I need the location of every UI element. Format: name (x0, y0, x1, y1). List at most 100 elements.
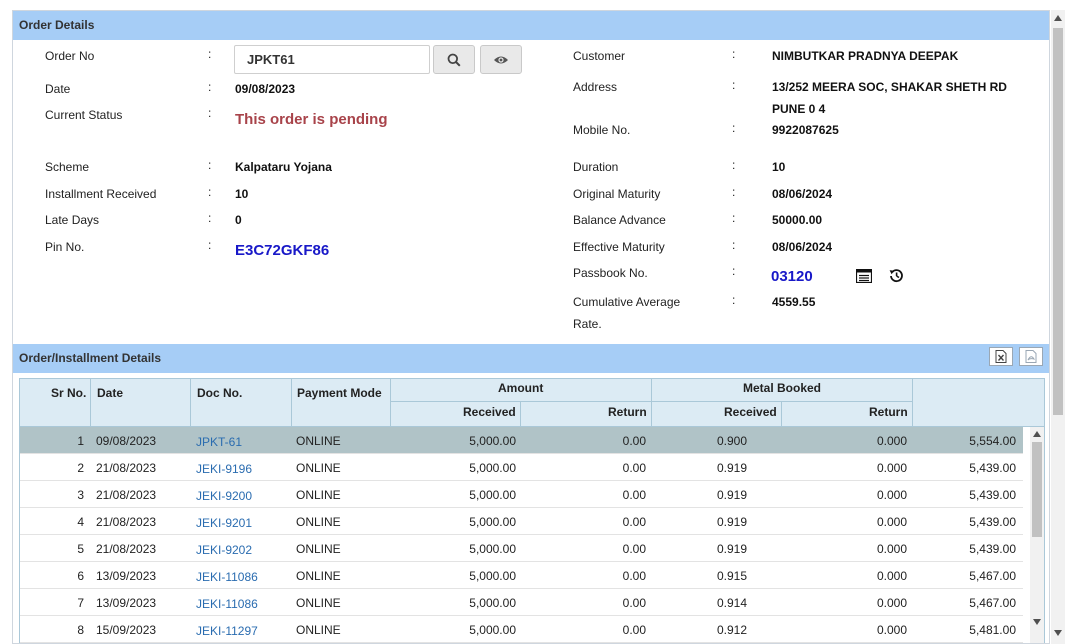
cell-rate: 5,554.00 (969, 434, 1016, 448)
col-date[interactable]: Date (97, 386, 123, 400)
col-sr-no[interactable]: Sr No. (51, 386, 86, 400)
export-excel-button[interactable] (989, 347, 1013, 366)
table-row[interactable]: 2 21/08/2023 JEKI-9196 ONLINE 5,000.00 0.00 0.… (20, 454, 1023, 481)
cell-metal-received: 0.900 (716, 434, 747, 448)
effective-maturity-value: 08/06/2024 (772, 240, 833, 254)
cell-rate: 5,439.00 (969, 461, 1016, 475)
cell-amount-return: 0.00 (622, 515, 646, 529)
cell-amount-received: 5,000.00 (469, 623, 516, 637)
order-no-input[interactable] (235, 46, 429, 73)
duration-value: 10 (772, 160, 786, 174)
installment-details-header: Order/Installment Details (13, 344, 1049, 373)
cell-payment-mode: ONLINE (296, 569, 341, 583)
cell-date: 13/09/2023 (96, 596, 157, 610)
installment-details-title: Order/Installment Details (19, 351, 162, 365)
colon: : (208, 211, 212, 225)
scroll-up-icon[interactable] (1033, 431, 1041, 437)
table-row[interactable]: 7 13/09/2023 JEKI-11086 ONLINE 5,000.00 0.00 0… (20, 589, 1023, 616)
pin-no-value: E3C72GKF86 (235, 242, 330, 259)
table-row[interactable]: 3 21/08/2023 JEKI-9200 ONLINE 5,000.00 0.00 0.… (20, 481, 1023, 508)
cell-doc-no[interactable]: JEKI-11086 (196, 570, 258, 584)
mobile-no-label: Mobile No. (573, 123, 631, 137)
cell-amount-received: 5,000.00 (469, 461, 516, 475)
cell-metal-received: 0.919 (716, 515, 747, 529)
cell-metal-received: 0.912 (716, 623, 747, 637)
installment-grid: Sr No. Date Doc No. Payment Mode Amount … (19, 378, 1045, 643)
cell-metal-return: 0.000 (876, 461, 907, 475)
cell-payment-mode: ONLINE (296, 488, 341, 502)
order-details-title: Order Details (19, 18, 95, 32)
cumulative-rate-label-2: Rate. (573, 317, 602, 331)
order-no-field[interactable] (234, 45, 430, 74)
cell-amount-return: 0.00 (622, 623, 646, 637)
page-scroll-up-icon[interactable] (1054, 15, 1062, 21)
cell-rate: 5,467.00 (969, 569, 1016, 583)
list-icon[interactable] (856, 269, 872, 283)
cumulative-rate-label: Cumulative Average (573, 295, 681, 309)
col-metal-booked-group: Metal Booked (743, 381, 822, 395)
cell-payment-mode: ONLINE (296, 515, 341, 529)
cumulative-rate-value: 4559.55 (772, 295, 816, 309)
pin-no-label: Pin No. (45, 240, 85, 254)
view-button[interactable] (480, 45, 522, 74)
col-amount-return[interactable]: Return (608, 405, 647, 419)
cell-date: 21/08/2023 (96, 461, 157, 475)
colon: : (732, 264, 736, 278)
cell-amount-received: 5,000.00 (469, 515, 516, 529)
passbook-no-label: Passbook No. (573, 266, 648, 280)
cell-date: 15/09/2023 (96, 623, 157, 637)
table-row[interactable]: 5 21/08/2023 JEKI-9202 ONLINE 5,000.00 0.00 0.… (20, 535, 1023, 562)
col-doc-no[interactable]: Doc No. (197, 386, 242, 400)
export-pdf-button[interactable] (1019, 347, 1043, 366)
cell-doc-no[interactable]: JEKI-11086 (196, 597, 258, 611)
cell-amount-received: 5,000.00 (469, 569, 516, 583)
cell-payment-mode: ONLINE (296, 596, 341, 610)
colon: : (732, 158, 736, 172)
cell-rate: 5,439.00 (969, 542, 1016, 556)
customer-value: NIMBUTKAR PRADNYA DEEPAK (772, 49, 959, 63)
grid-header: Sr No. Date Doc No. Payment Mode Amount … (20, 379, 1044, 427)
cell-metal-received: 0.919 (716, 542, 747, 556)
grid-scroll-thumb[interactable] (1032, 442, 1042, 537)
cell-doc-no[interactable]: JPKT-61 (196, 435, 242, 449)
cell-sr-no: 6 (77, 569, 84, 583)
col-amount-received[interactable]: Received (463, 405, 516, 419)
page-scroll-down-icon[interactable] (1054, 630, 1062, 636)
history-icon[interactable] (889, 268, 904, 283)
date-label: Date (45, 82, 71, 96)
grid-scrollbar[interactable] (1030, 427, 1044, 643)
cell-amount-received: 5,000.00 (469, 542, 516, 556)
original-maturity-value: 08/06/2024 (772, 187, 833, 201)
cell-doc-no[interactable]: JEKI-9196 (196, 462, 252, 476)
cell-payment-mode: ONLINE (296, 461, 341, 475)
cell-rate: 5,439.00 (969, 515, 1016, 529)
cell-doc-no[interactable]: JEKI-9202 (196, 543, 252, 557)
order-no-label: Order No (45, 49, 95, 63)
cell-metal-received: 0.919 (716, 461, 747, 475)
table-row[interactable]: 1 09/08/2023 JPKT-61 ONLINE 5,000.00 0.00 0.90… (20, 427, 1023, 454)
colon: : (732, 238, 736, 252)
colon: : (208, 106, 212, 120)
scroll-down-icon[interactable] (1033, 619, 1041, 625)
cell-doc-no[interactable]: JEKI-9200 (196, 489, 252, 503)
cell-doc-no[interactable]: JEKI-9201 (196, 516, 252, 530)
scheme-label: Scheme (45, 160, 90, 174)
col-metal-received[interactable]: Received (724, 405, 777, 419)
late-days-value: 0 (235, 213, 242, 227)
cell-doc-no[interactable]: JEKI-11297 (196, 624, 258, 638)
table-row[interactable]: 8 15/09/2023 JEKI-11297 ONLINE 5,000.00 0.00 0… (20, 616, 1023, 643)
colon: : (732, 121, 736, 135)
table-row[interactable]: 4 21/08/2023 JEKI-9201 ONLINE 5,000.00 0.00 0.… (20, 508, 1023, 535)
page-scroll-thumb[interactable] (1053, 28, 1063, 415)
cell-amount-received: 5,000.00 (469, 434, 516, 448)
cell-metal-return: 0.000 (876, 488, 907, 502)
page-scrollbar[interactable] (1051, 10, 1065, 644)
cell-sr-no: 1 (77, 434, 84, 448)
search-button[interactable] (433, 45, 475, 74)
col-payment-mode[interactable]: Payment Mode (297, 386, 382, 400)
cell-metal-return: 0.000 (876, 623, 907, 637)
status-text: This order is pending (235, 111, 388, 128)
cell-rate: 5,467.00 (969, 596, 1016, 610)
col-metal-return[interactable]: Return (869, 405, 908, 419)
table-row[interactable]: 6 13/09/2023 JEKI-11086 ONLINE 5,000.00 0.00 0… (20, 562, 1023, 589)
